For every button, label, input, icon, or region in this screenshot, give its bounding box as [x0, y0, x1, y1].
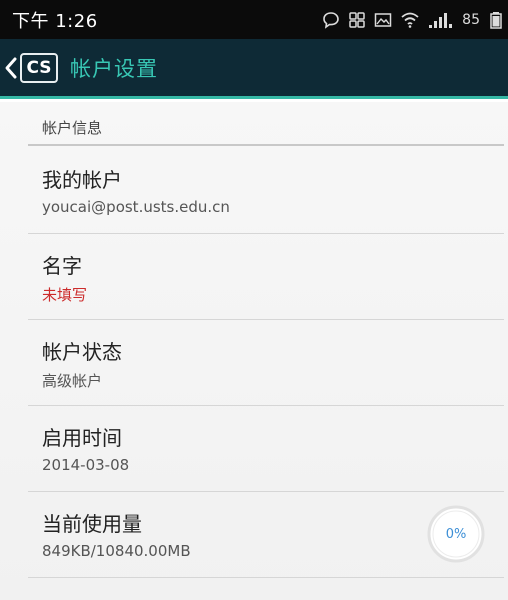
- wifi-icon: [400, 11, 420, 29]
- image-icon: [374, 11, 392, 29]
- action-bar: CS 帐户设置: [0, 39, 508, 99]
- grid-app-icon: [348, 11, 366, 29]
- status-bar: 下午 1:26 85: [0, 0, 508, 39]
- battery-level: 85: [462, 11, 480, 28]
- status-icons: 85: [322, 11, 502, 29]
- app-logo-text: CS: [26, 57, 52, 78]
- my-account-row[interactable]: 我的帐户 youcai@post.usts.edu.cn: [28, 148, 504, 234]
- my-account-title: 我的帐户: [42, 168, 122, 192]
- screen: 下午 1:26 85 CS 帐户设置 帐户信息 我的帐户 youcai@post…: [0, 0, 508, 600]
- my-account-value: youcai@post.usts.edu.cn: [42, 198, 230, 216]
- chat-bubble-icon: [322, 11, 340, 29]
- account-status-row[interactable]: 帐户状态 高级帐户: [28, 320, 504, 406]
- activation-time-title: 启用时间: [42, 426, 122, 450]
- battery-icon: [490, 11, 502, 29]
- section-header: 帐户信息: [28, 110, 504, 146]
- current-usage-value: 849KB/10840.00MB: [42, 542, 191, 560]
- page-title: 帐户设置: [70, 56, 158, 81]
- current-usage-title: 当前使用量: [42, 512, 142, 536]
- current-usage-row[interactable]: 当前使用量 849KB/10840.00MB 0%: [28, 492, 504, 578]
- usage-progress-circle: 0%: [426, 504, 486, 564]
- account-status-value: 高级帐户: [42, 372, 103, 390]
- settings-content: 帐户信息 我的帐户 youcai@post.usts.edu.cn 名字 未填写…: [0, 102, 508, 600]
- back-arrow-icon[interactable]: [4, 56, 18, 80]
- activation-time-row[interactable]: 启用时间 2014-03-08: [28, 406, 504, 492]
- name-title: 名字: [42, 254, 82, 278]
- status-time: 下午 1:26: [12, 10, 98, 32]
- name-row[interactable]: 名字 未填写: [28, 234, 504, 320]
- app-logo[interactable]: CS: [20, 52, 58, 83]
- usage-percent: 0%: [445, 526, 467, 542]
- signal-icon: [428, 11, 454, 29]
- activation-time-value: 2014-03-08: [42, 456, 130, 474]
- name-value: 未填写: [42, 286, 88, 304]
- account-status-title: 帐户状态: [42, 340, 122, 364]
